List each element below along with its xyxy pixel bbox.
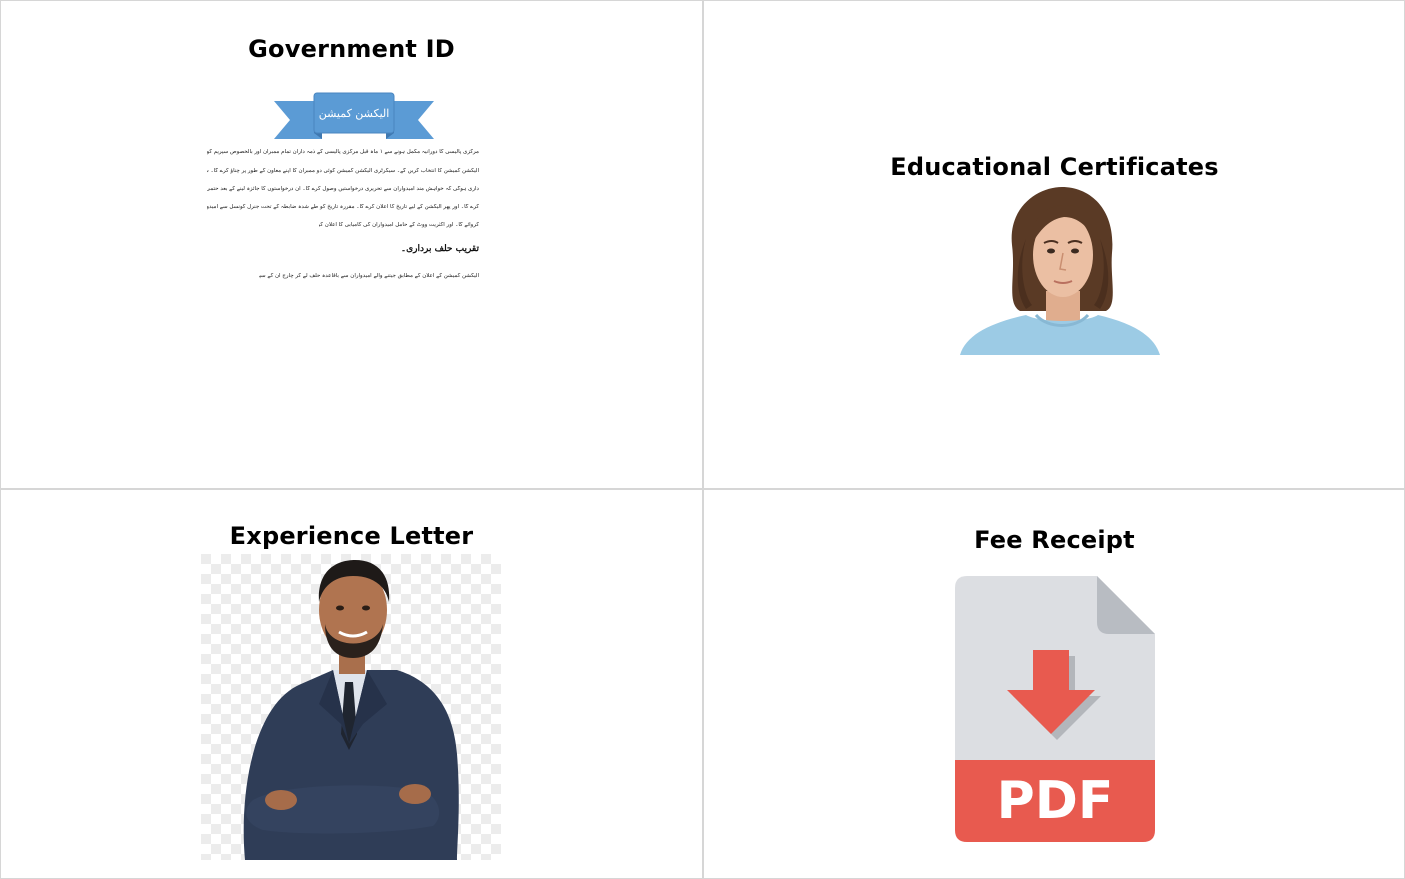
pdf-label: PDF: [997, 771, 1114, 831]
doc-paragraph-line: کرے گا۔ اور پھر الیکشن کے لیے تاریخ کا ا…: [207, 204, 479, 210]
government-id-card[interactable]: Government ID الیکشن کمیشن مرکزی پالیسی …: [0, 0, 702, 488]
card-title: Government ID: [248, 35, 455, 63]
doc-paragraph-line: داری ہوگی کہ خواہش مند امیدواران سے تحری…: [207, 186, 479, 192]
fee-receipt-card[interactable]: Fee Receipt PDF: [702, 488, 1405, 879]
doc-paragraph-line: الیکشن کمیشن کا انتخاب کریں گے۔ سیکرٹری …: [207, 168, 479, 174]
card-title: Educational Certificates: [890, 153, 1219, 181]
educational-certificates-card[interactable]: Educational Certificates: [702, 0, 1405, 488]
card-title: Fee Receipt: [974, 526, 1135, 554]
portrait-photo: [960, 187, 1160, 355]
pdf-file-icon[interactable]: PDF: [955, 576, 1155, 842]
doc-heading: تقریب حلف برداری۔: [400, 244, 479, 254]
experience-letter-card[interactable]: Experience Letter: [0, 488, 702, 879]
government-id-document: الیکشن کمیشن مرکزی پالیسی کا دورانیہ مکم…: [201, 89, 483, 289]
card-title: Experience Letter: [229, 522, 474, 550]
doc-closing-line: الیکشن کمیشن کے اعلان کے مطابق جیتنے وال…: [259, 273, 479, 279]
document-grid: Government ID الیکشن کمیشن مرکزی پالیسی …: [0, 0, 1405, 879]
doc-paragraph-line: کروائے گا۔ اور اکثریت ووٹ کے حامل امیدوا…: [319, 222, 479, 228]
banner-text: الیکشن کمیشن: [319, 107, 390, 120]
portrait-photo: [201, 554, 501, 860]
doc-paragraph-line: مرکزی پالیسی کا دورانیہ مکمل ہونے سے ۱ م…: [207, 149, 479, 155]
ribbon-banner: الیکشن کمیشن: [274, 92, 434, 139]
